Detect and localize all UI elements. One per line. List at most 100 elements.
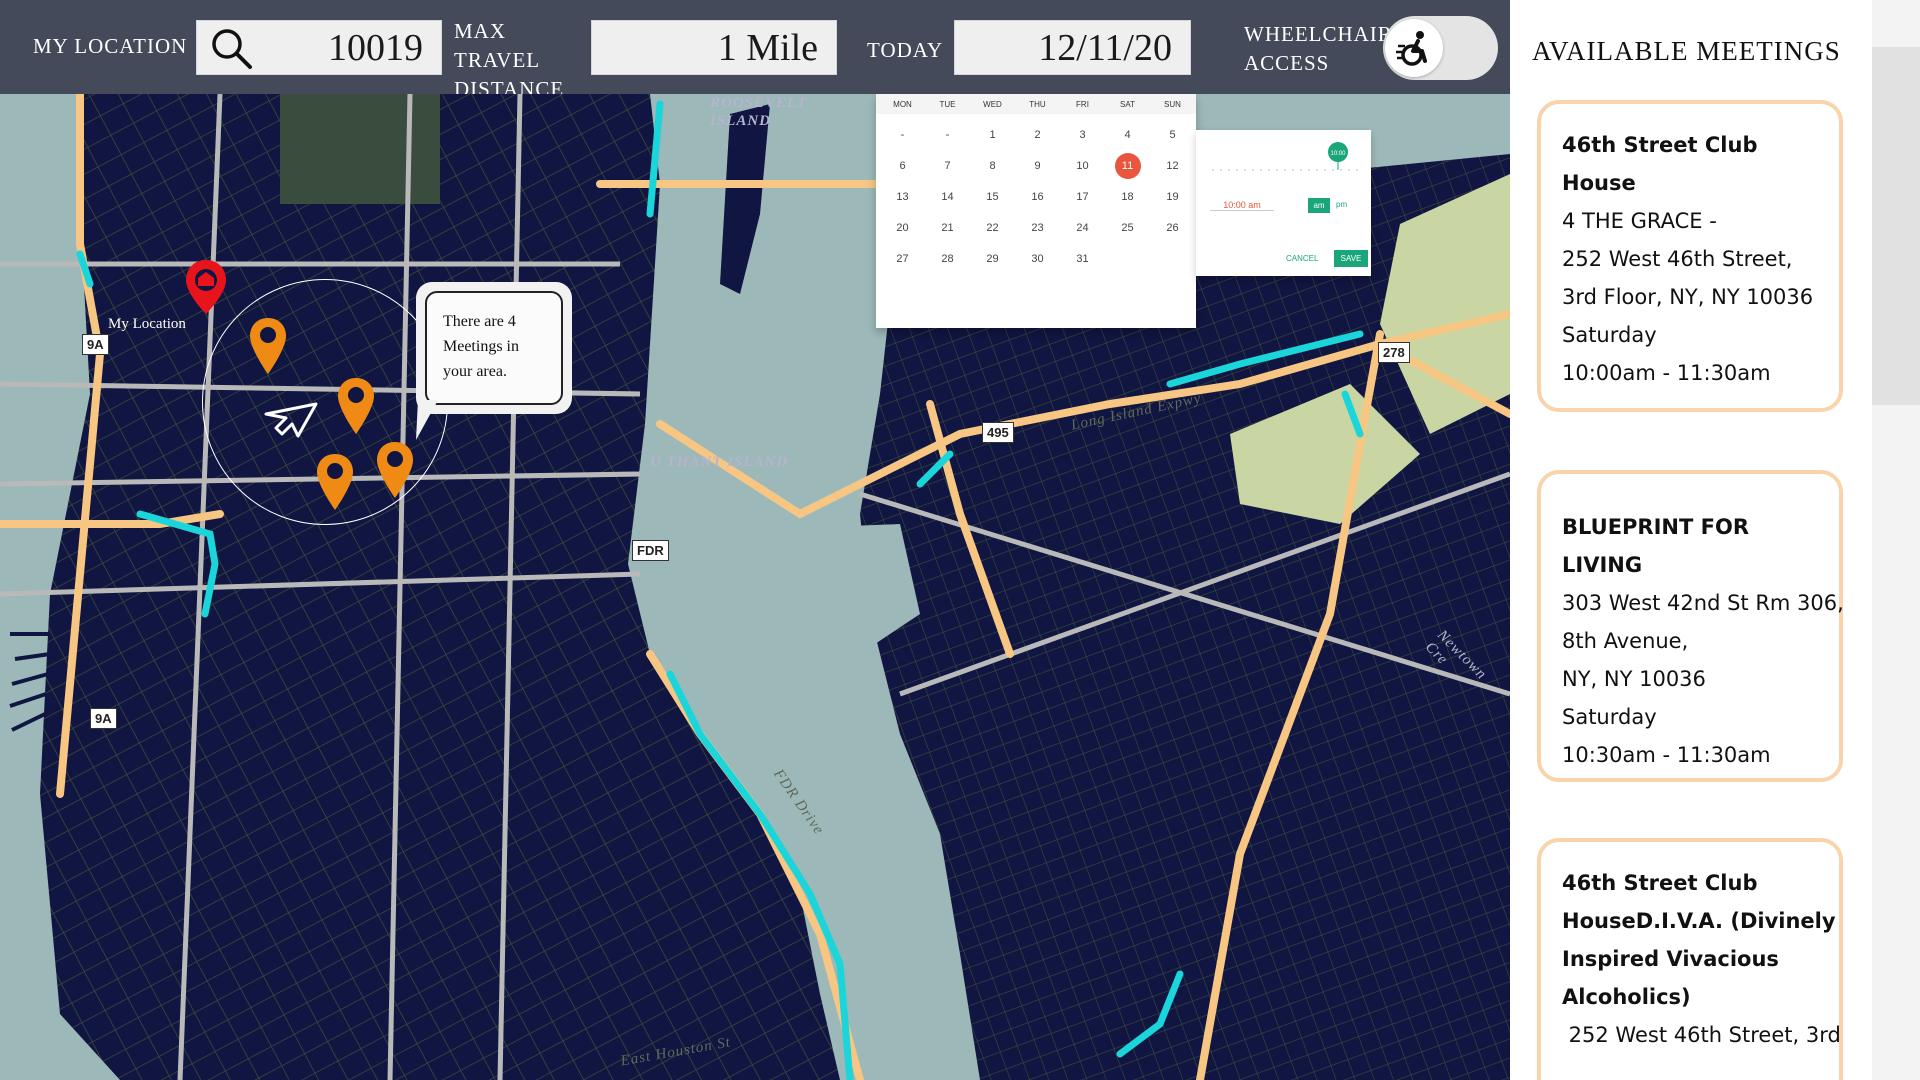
weekday-label: FRI	[1076, 99, 1089, 109]
wheelchair-icon	[1396, 31, 1427, 66]
weekday-label: WED	[983, 99, 1002, 109]
meeting-map[interactable]: ROOSEVELT ISLAND U THANT ISLAND Newtown …	[0, 94, 1510, 1080]
wheelchair-access-label: WHEELCHAIR ACCESS	[1244, 22, 1393, 75]
calendar-day[interactable]: 31	[1060, 243, 1105, 274]
calendar-day[interactable]: 10	[1060, 150, 1105, 181]
meeting-title: Inspired Vivacious	[1562, 947, 1779, 971]
calendar-day[interactable]: 20	[880, 212, 925, 243]
calendar-day[interactable]: -	[880, 119, 925, 150]
save-button[interactable]: SAVE	[1334, 250, 1368, 267]
calendar-day[interactable]: 30	[1015, 243, 1060, 274]
calendar-day[interactable]: 21	[925, 212, 970, 243]
scrollbar[interactable]	[1872, 0, 1920, 1080]
calendar-weekdays: MON TUE WED THU FRI SAT SUN	[876, 94, 1196, 114]
route-495-shield: 495	[982, 422, 1014, 443]
roosevelt-island-label: ROOSEVELT ISLAND	[710, 95, 808, 129]
meeting-title: 46th Street Club House	[1562, 133, 1758, 195]
my-location-map-label: My Location	[108, 316, 186, 332]
toggle-knob[interactable]	[1385, 19, 1443, 77]
calendar-day[interactable]: 14	[925, 181, 970, 212]
calendar-day[interactable]: 1	[970, 119, 1015, 150]
u-thant-island-label: U THANT ISLAND	[650, 454, 789, 470]
time-slider[interactable]: 10:00	[1202, 140, 1367, 180]
calendar-day[interactable]: 3	[1060, 119, 1105, 150]
scroll-thumb[interactable]	[1872, 47, 1920, 405]
distance-value: 1 Mile	[717, 26, 818, 69]
fdr-shield: FDR	[632, 540, 669, 561]
meeting-detail: 252 West 46th Street, 3rd	[1562, 1023, 1841, 1047]
meeting-title: Alcoholics)	[1562, 985, 1691, 1009]
calendar-day[interactable]: 27	[880, 243, 925, 274]
meeting-pin-icon[interactable]	[315, 452, 355, 512]
calendar-day[interactable]: 23	[1015, 212, 1060, 243]
my-location-pin-icon[interactable]	[184, 258, 228, 316]
calendar-day[interactable]: 26	[1150, 212, 1195, 243]
meeting-card[interactable]: 46th Street Club House 4 THE GRACE - 252…	[1537, 100, 1843, 412]
meeting-detail: 8th Avenue,	[1562, 629, 1689, 653]
meeting-pin-icon[interactable]	[336, 376, 376, 436]
max-distance-input[interactable]: 1 Mile	[591, 20, 837, 75]
calendar-day[interactable]: 24	[1060, 212, 1105, 243]
meeting-pin-icon[interactable]	[375, 440, 415, 500]
weekday-label: TUE	[939, 99, 956, 109]
calendar-days[interactable]: - -1 2 3 4 5 6 7 8 9 10 11 12 13 14 15 16 17 18 19 20 21 22 23 2…	[876, 114, 1196, 274]
calendar-day[interactable]: 5	[1150, 119, 1195, 150]
filter-bar: MY LOCATION 10019 MAX TRAVEL DISTANCE 1 …	[0, 0, 1510, 101]
meeting-day: Saturday	[1562, 705, 1657, 729]
calendar-day[interactable]: 13	[880, 181, 925, 212]
meeting-title: HouseD.I.V.A. (Divinely	[1562, 909, 1836, 933]
meeting-detail: 303 West 42nd St Rm 306,	[1562, 591, 1844, 615]
calendar-day[interactable]: 25	[1105, 212, 1150, 243]
available-meetings-panel: AVAILABLE MEETINGS 46th Street Club Hous…	[1510, 0, 1872, 1080]
calendar-day[interactable]: 16	[1015, 181, 1060, 212]
meetings-count-bubble: There are 4 Meetings in your area.	[416, 282, 572, 414]
bubble-text: There are 4 Meetings in your area.	[425, 291, 563, 405]
calendar-day[interactable]: 17	[1060, 181, 1105, 212]
calendar-day-selected[interactable]: 11	[1105, 150, 1150, 181]
weekday-label: SAT	[1120, 99, 1135, 109]
search-icon[interactable]	[207, 24, 255, 72]
calendar-day[interactable]: 8	[970, 150, 1015, 181]
meeting-card[interactable]: BLUEPRINT FOR LIVING 303 West 42nd St Rm…	[1537, 470, 1844, 782]
calendar-day[interactable]: 7	[925, 150, 970, 181]
date-value: 12/11/20	[1038, 26, 1172, 69]
calendar-day[interactable]: 22	[970, 212, 1015, 243]
route-278-shield: 278	[1378, 342, 1410, 363]
meeting-time: 10:30am - 11:30am	[1562, 743, 1771, 767]
calendar-day[interactable]: 15	[970, 181, 1015, 212]
meeting-detail: 4 THE GRACE -	[1562, 209, 1717, 233]
calendar-day[interactable]: 6	[880, 150, 925, 181]
time-field[interactable]: 10:00 am	[1210, 200, 1274, 211]
calendar-day[interactable]: 12	[1150, 150, 1195, 181]
calendar-day[interactable]: 9	[1015, 150, 1060, 181]
calendar-day[interactable]: 18	[1105, 181, 1150, 212]
calendar-day[interactable]: 28	[925, 243, 970, 274]
calendar-day[interactable]: 2	[1015, 119, 1060, 150]
bubble-tail	[416, 400, 438, 440]
calendar-day[interactable]: 19	[1150, 181, 1195, 212]
calendar-day[interactable]: -	[925, 119, 970, 150]
calendar-day[interactable]: 4	[1105, 119, 1150, 150]
date-picker-calendar[interactable]: MON TUE WED THU FRI SAT SUN - -1 2 3 4 5 6 7 8 9 10 11 12 1…	[876, 94, 1196, 328]
slider-value: 10:00	[1330, 151, 1346, 157]
cursor-arrow-icon	[264, 402, 318, 438]
cancel-button[interactable]: CANCEL	[1286, 254, 1318, 263]
meeting-detail: 3rd Floor, NY, NY 10036	[1562, 285, 1814, 309]
my-location-label: MY LOCATION	[33, 34, 188, 58]
meeting-detail: NY, NY 10036	[1562, 667, 1706, 691]
pm-button[interactable]: pm	[1336, 200, 1347, 209]
zip-search-input[interactable]: 10019	[196, 20, 442, 75]
max-travel-distance-label: MAX TRAVEL DISTANCE	[454, 19, 565, 101]
date-input[interactable]: 12/11/20	[954, 20, 1191, 75]
meeting-time: 10:00am - 11:30am	[1562, 361, 1771, 385]
wheelchair-access-toggle[interactable]	[1383, 16, 1498, 80]
meeting-title: 46th Street Club	[1562, 871, 1758, 895]
am-button[interactable]: am	[1308, 198, 1330, 213]
meeting-card[interactable]: 46th Street Club HouseD.I.V.A. (Divinely…	[1537, 838, 1843, 1080]
route-9a-shield: 9A	[90, 708, 117, 729]
selected-day-value: 11	[1114, 152, 1141, 179]
weekday-label: SUN	[1164, 99, 1181, 109]
calendar-day[interactable]: 29	[970, 243, 1015, 274]
time-picker-panel[interactable]: 10:00 10:00 am am pm CANCEL SAVE	[1196, 130, 1371, 276]
meeting-pin-icon[interactable]	[248, 316, 288, 376]
